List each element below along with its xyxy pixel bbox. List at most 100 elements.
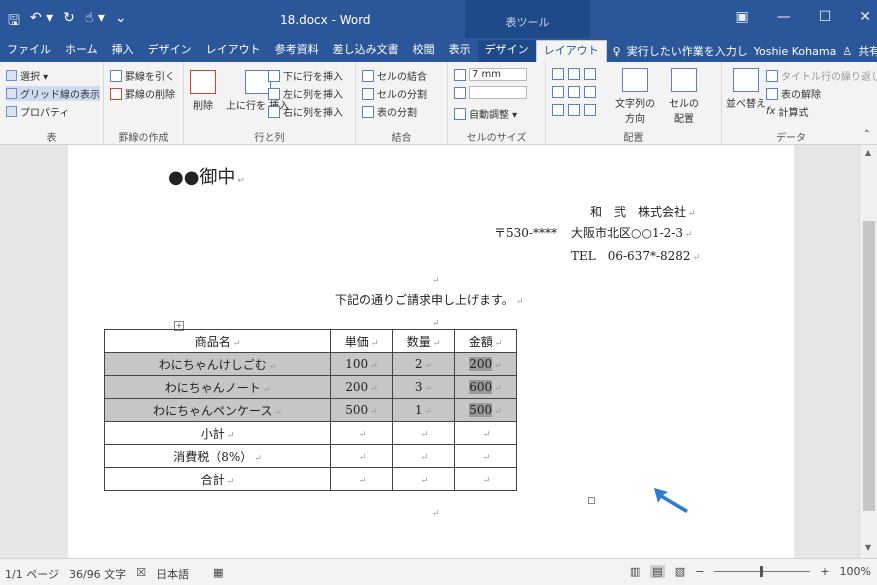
text-direction-button[interactable]: 文字列の 方向 (610, 68, 660, 125)
page-count[interactable]: 1/1 ページ (5, 566, 59, 582)
tab-file[interactable]: ファイル (0, 40, 58, 62)
scroll-up-icon[interactable]: ▲ (865, 148, 871, 157)
vertical-scrollbar[interactable]: ▲ ▼ (859, 145, 877, 558)
table-cell[interactable]: わにちゃんペンケース ↵ (104, 398, 331, 422)
undo-icon[interactable]: ↶ ▾ (30, 10, 53, 34)
table-cell[interactable]: ↵ (330, 444, 393, 468)
table-cell[interactable]: 500 ↵ (454, 398, 517, 422)
table-cell[interactable]: 合計 ↵ (104, 467, 331, 491)
maximize-icon[interactable]: ☐ (819, 9, 832, 25)
tab-table-design[interactable]: デザイン (477, 40, 536, 62)
table-cell[interactable]: 500 ↵ (330, 398, 393, 422)
language[interactable]: 日本語 (156, 566, 189, 582)
minimize-icon[interactable]: — (777, 9, 791, 25)
select-button[interactable]: 選択 ▾ (6, 68, 48, 83)
proofing-icon[interactable]: ☒ (136, 566, 146, 582)
scrollbar-thumb[interactable] (863, 221, 875, 511)
table-cell[interactable]: 100 ↵ (330, 352, 393, 376)
formula-button[interactable]: fx 計算式 (766, 104, 808, 119)
tab-insert[interactable]: 挿入 (105, 40, 141, 62)
align-middle-left-icon[interactable] (552, 86, 564, 98)
table-cell[interactable]: ↵ (392, 421, 455, 445)
table-header-cell[interactable]: 商品名 ↵ (104, 329, 331, 353)
redo-icon[interactable]: ↻ (63, 10, 75, 34)
table-header-cell[interactable]: 単価 ↵ (330, 329, 393, 353)
tell-me-input[interactable]: 実行したい作業を入力し (627, 43, 748, 59)
delete-button[interactable]: 削除 (190, 70, 216, 112)
autofit-button[interactable]: 自動調整 ▾ (454, 106, 517, 121)
scroll-down-icon[interactable]: ▼ (865, 543, 871, 552)
convert-to-text-button[interactable]: 表の解除 (766, 86, 821, 101)
table-cell[interactable]: 消費税（8%） ↵ (104, 444, 331, 468)
table-cell[interactable]: 小計 ↵ (104, 421, 331, 445)
save-icon[interactable]: 🖫 (8, 10, 20, 34)
insert-right-button[interactable]: 右に列を挿入 (268, 104, 343, 119)
column-width-field[interactable] (454, 86, 527, 99)
user-name[interactable]: Yoshie Kohama (754, 45, 837, 58)
split-table-button[interactable]: 表の分割 (362, 104, 417, 119)
touch-icon[interactable]: ☝ ▾ (85, 10, 105, 34)
customize-icon[interactable]: ⌄ (115, 10, 127, 34)
align-bottom-right-icon[interactable] (584, 104, 596, 116)
table-cell[interactable]: ↵ (454, 421, 517, 445)
read-mode-icon[interactable]: ▥ (630, 565, 640, 578)
table-cell[interactable]: ↵ (330, 467, 393, 491)
tab-references[interactable]: 参考資料 (268, 40, 326, 62)
tab-design[interactable]: デザイン (141, 40, 199, 62)
zoom-slider[interactable] (714, 566, 811, 577)
table-cell[interactable]: ↵ (392, 467, 455, 491)
web-layout-icon[interactable]: ▧ (675, 565, 685, 578)
tab-review[interactable]: 校閲 (406, 40, 442, 62)
table-cell[interactable]: 600 ↵ (454, 375, 517, 399)
invoice-table[interactable]: 商品名 ↵ 単価 ↵ 数量 ↵ 金額 ↵ わにちゃんけしごむ ↵ 100 ↵ 2 ↵ 200 ↵… (104, 329, 517, 491)
repeat-header-button[interactable]: タイトル行の繰り返し (766, 68, 877, 83)
table-header-cell[interactable]: 数量 ↵ (392, 329, 455, 353)
table-cell[interactable]: ↵ (392, 444, 455, 468)
align-bottom-left-icon[interactable] (552, 104, 564, 116)
close-icon[interactable]: ✕ (859, 9, 871, 25)
insert-left-button[interactable]: 左に列を挿入 (268, 86, 343, 101)
tab-view[interactable]: 表示 (442, 40, 478, 62)
table-cell[interactable]: わにちゃんけしごむ ↵ (104, 352, 331, 376)
draw-table-button[interactable]: 罫線を引く (110, 68, 175, 83)
split-cells-button[interactable]: セルの分割 (362, 86, 427, 101)
tab-mailings[interactable]: 差し込み文書 (326, 40, 406, 62)
zoom-level[interactable]: 100% (840, 565, 871, 578)
collapse-ribbon-icon[interactable]: ⌃ (863, 129, 871, 140)
align-top-center-icon[interactable] (568, 68, 580, 80)
table-cell[interactable]: 200 ↵ (454, 352, 517, 376)
row-height-field[interactable]: 7 mm (454, 68, 527, 81)
table-cell[interactable]: ↵ (454, 467, 517, 491)
align-top-left-icon[interactable] (552, 68, 564, 80)
align-top-right-icon[interactable] (584, 68, 596, 80)
table-cell[interactable]: 200 ↵ (330, 375, 393, 399)
table-cell[interactable]: ↵ (454, 444, 517, 468)
tab-layout[interactable]: レイアウト (199, 40, 268, 62)
align-middle-center-icon[interactable] (568, 86, 580, 98)
table-header-cell[interactable]: 金額 ↵ (454, 329, 517, 353)
cell-margins-button[interactable]: セルの 配置 (664, 68, 704, 125)
tab-home[interactable]: ホーム (58, 40, 105, 62)
eraser-button[interactable]: 罫線の削除 (110, 86, 175, 101)
word-count[interactable]: 36/96 文字 (69, 566, 126, 582)
insert-below-button[interactable]: 下に行を挿入 (268, 68, 343, 83)
align-bottom-center-icon[interactable] (568, 104, 580, 116)
zoom-out-icon[interactable]: − (695, 565, 704, 578)
print-layout-icon[interactable]: ▤ (650, 565, 665, 578)
table-resize-handle-icon[interactable] (588, 497, 595, 504)
align-middle-right-icon[interactable] (584, 86, 596, 98)
zoom-in-icon[interactable]: + (820, 565, 829, 578)
table-cell[interactable]: 1 ↵ (392, 398, 455, 422)
alignment-grid[interactable] (552, 68, 596, 80)
gridlines-button[interactable]: グリッド線の表示 (6, 86, 100, 101)
sort-button[interactable]: 並べ替え (726, 68, 766, 110)
share-button[interactable]: 共有 (858, 43, 877, 59)
table-cell[interactable]: 2 ↵ (392, 352, 455, 376)
table-cell[interactable]: わにちゃんノート ↵ (104, 375, 331, 399)
table-cell[interactable]: ↵ (330, 421, 393, 445)
tab-table-layout[interactable]: レイアウト (535, 40, 607, 62)
table-cell[interactable]: 3 ↵ (392, 375, 455, 399)
merge-cells-button[interactable]: セルの結合 (362, 68, 427, 83)
properties-button[interactable]: プロパティ (6, 104, 69, 119)
macro-icon[interactable]: ▦ (213, 566, 223, 582)
